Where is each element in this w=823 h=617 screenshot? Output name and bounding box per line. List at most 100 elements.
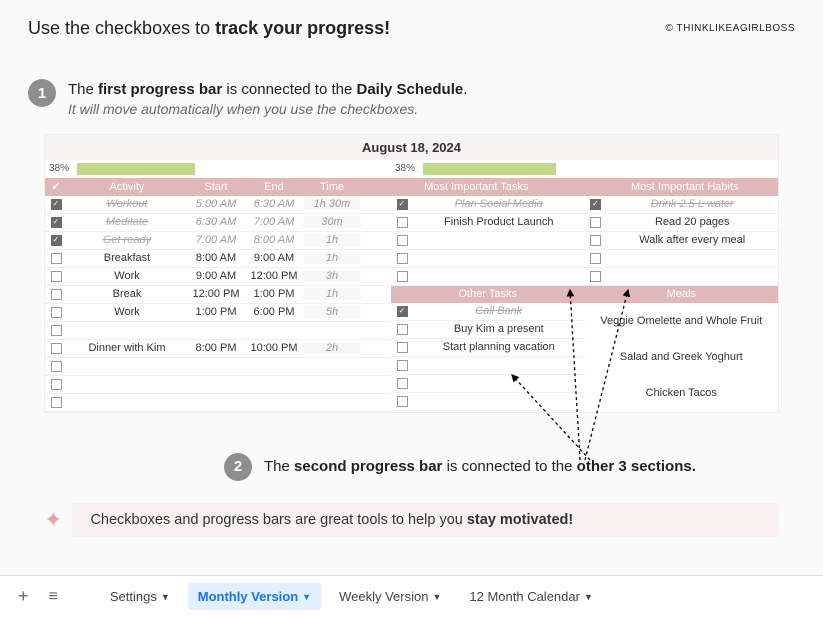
add-sheet-button[interactable]: + [12,586,35,607]
checkbox[interactable] [590,253,601,264]
tab-monthly[interactable]: Monthly Version▼ [188,583,321,610]
end-cell: 6:30 AM [245,198,303,210]
time-cell: 30m [303,216,361,228]
checkbox[interactable] [51,325,62,336]
checkbox[interactable] [590,199,601,210]
start-cell: 8:00 AM [187,252,245,264]
other-tasks-header: Other Tasks [391,286,585,303]
other-row: Start planning vacation [391,339,585,357]
checkbox[interactable] [51,271,62,282]
schedule-row: Workout 5:00 AM 6:30 AM 1h 30m [45,196,391,214]
task-row [391,268,585,286]
habit-row [585,268,779,286]
all-sheets-button[interactable]: ≡ [43,588,64,606]
copyright: © THINKLIKEAGIRLBOSS [666,23,795,34]
schedule-row [45,358,391,376]
checkbox[interactable] [397,396,408,407]
meals-header: Meals [585,286,779,303]
chevron-down-icon[interactable]: ▼ [302,592,311,602]
checkbox[interactable] [397,342,408,353]
schedule-row: Meditate 6:30 AM 7:00 AM 30m [45,214,391,232]
checkbox[interactable] [397,378,408,389]
checkbox[interactable] [590,235,601,246]
checkbox[interactable] [397,360,408,371]
step-2-badge: 2 [224,453,252,481]
other-row: Buy Kim a present [391,321,585,339]
activity-cell: Breakfast [67,252,187,264]
checkbox[interactable] [397,324,408,335]
meal-item: Salad and Greek Yoghurt [585,344,779,370]
time-cell: 5h [303,306,361,318]
step-1: 1 The first progress bar is connected to… [0,79,823,120]
checkbox[interactable] [590,271,601,282]
checkbox[interactable] [51,199,62,210]
task-row [391,232,585,250]
checkbox[interactable] [397,199,408,210]
start-cell: 12:00 PM [187,288,245,300]
schedule-row [45,394,391,412]
schedule-row: Work 9:00 AM 12:00 PM 3h [45,268,391,286]
other-row [391,357,585,375]
time-cell: 2h [303,342,361,354]
task-row [391,250,585,268]
activity-cell: Workout [67,198,187,210]
schedule-row: Work 1:00 PM 6:00 PM 5h [45,304,391,322]
tab-calendar[interactable]: 12 Month Calendar▼ [459,583,603,610]
other-row [391,375,585,393]
checkbox[interactable] [397,253,408,264]
checkbox[interactable] [51,217,62,228]
habit-row: Drink 2.5 L water [585,196,779,214]
activity-cell: Dinner with Kim [67,342,187,354]
checkbox[interactable] [51,253,62,264]
step-1-badge: 1 [28,79,56,107]
checkbox[interactable] [397,271,408,282]
chevron-down-icon[interactable]: ▼ [584,592,593,602]
checkbox[interactable] [397,306,408,317]
item-text: Read 20 pages [607,216,779,228]
time-cell: 1h [303,234,361,246]
start-cell: 6:30 AM [187,216,245,228]
schedule-row [45,376,391,394]
end-cell: 12:00 PM [245,270,303,282]
checkbox[interactable] [51,361,62,372]
start-cell: 7:00 AM [187,234,245,246]
checkbox[interactable] [51,379,62,390]
tab-weekly[interactable]: Weekly Version▼ [329,583,451,610]
sheet-tabs: + ≡ Settings▼ Monthly Version▼ Weekly Ve… [0,575,823,617]
task-row: Finish Product Launch [391,214,585,232]
item-text: Drink 2.5 L water [607,198,779,210]
page-title: Use the checkboxes to track your progres… [28,18,390,39]
other-row [391,393,585,411]
time-cell: 3h [303,270,361,282]
chevron-down-icon[interactable]: ▼ [432,592,441,602]
checkbox[interactable] [397,235,408,246]
schedule-row [45,322,391,340]
checkbox[interactable] [51,397,62,408]
item-text: Plan Social Media [413,198,585,210]
checkbox[interactable] [51,307,62,318]
tab-settings[interactable]: Settings▼ [100,583,180,610]
schedule-row: Break 12:00 PM 1:00 PM 1h [45,286,391,304]
activity-cell: Work [67,306,187,318]
item-text: Call Bank [413,305,585,317]
progress-row: 38% 38% [45,160,778,178]
start-cell: 1:00 PM [187,306,245,318]
step-2: 2 The second progress bar is connected t… [196,453,783,481]
end-cell: 1:00 PM [245,288,303,300]
column-headers: ✔ Activity Start End Time Most Important… [45,178,778,196]
habit-row [585,250,779,268]
checkbox[interactable] [51,235,62,246]
schedule-row: Get ready 7:00 AM 8:00 AM 1h [45,232,391,250]
end-cell: 7:00 AM [245,216,303,228]
checkbox[interactable] [51,343,62,354]
checkbox[interactable] [590,217,601,228]
time-cell: 1h 30m [303,198,361,210]
end-cell: 10:00 PM [245,342,303,354]
footer-note: ✦ Checkboxes and progress bars are great… [44,503,779,537]
checkbox[interactable] [397,217,408,228]
activity-cell: Work [67,270,187,282]
progress-bar-1 [77,163,387,175]
chevron-down-icon[interactable]: ▼ [161,592,170,602]
item-text: Start planning vacation [413,341,585,353]
checkbox[interactable] [51,289,62,300]
